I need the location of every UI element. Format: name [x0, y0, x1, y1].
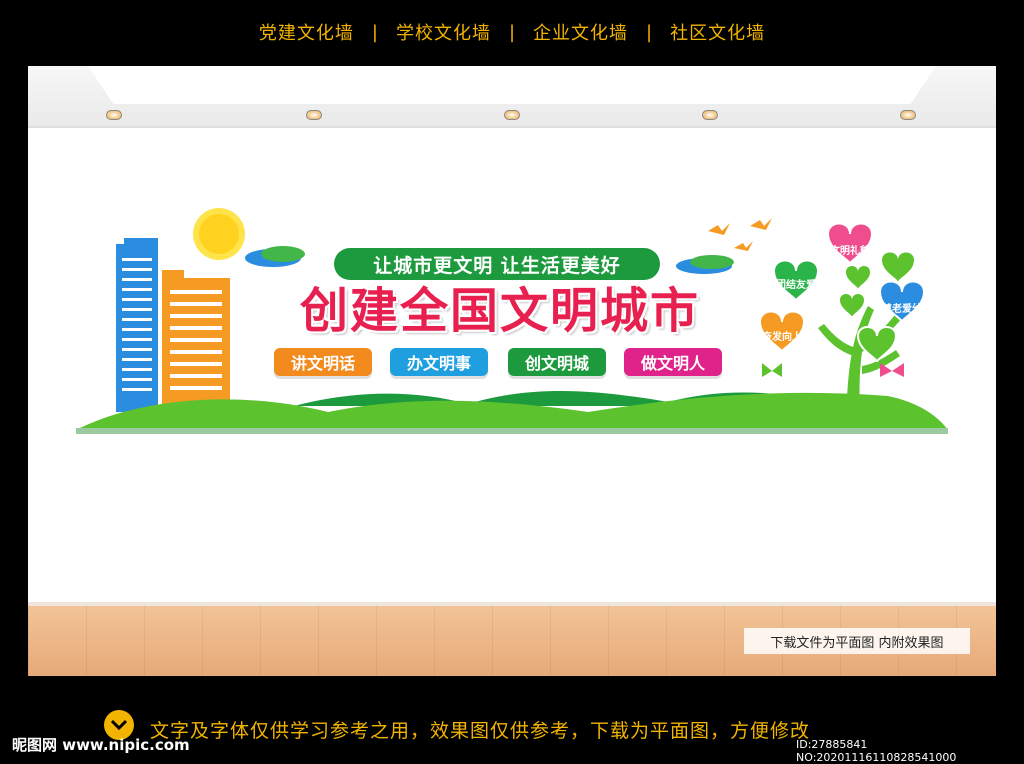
- butterfly-icon: [762, 363, 782, 377]
- nav-item-community[interactable]: 社区文化墙: [670, 19, 765, 45]
- building-blue-icon: [116, 238, 158, 412]
- cloud-icon: [676, 255, 734, 274]
- heart-label-striving: 奋发向上: [762, 332, 802, 343]
- nav-item-party[interactable]: 党建文化墙: [259, 19, 354, 45]
- heart-icon: [840, 294, 864, 317]
- sun-icon: [193, 208, 245, 260]
- heart-icon: [846, 266, 870, 289]
- bird-icon: [708, 218, 772, 251]
- footer-disclaimer: 文字及字体仅供学习参考之用，效果图仅供参考，下载为平面图，方便修改: [150, 720, 811, 742]
- file-note: 下载文件为平面图 内附效果图: [744, 628, 970, 654]
- nav-separator: |: [646, 21, 653, 43]
- image-id: ID:27885841 NO:20201116110828541000: [796, 738, 957, 764]
- top-nav: 党建文化墙 | 学校文化墙 | 企业文化墙 | 社区文化墙: [0, 0, 1024, 64]
- building-orange-icon: [162, 270, 230, 410]
- heart-label-respect: 尊老爱幼: [882, 304, 922, 315]
- tag-create: 创文明城: [508, 348, 606, 376]
- banner-subtitle: 让城市更文明 让生活更美好: [334, 248, 660, 280]
- cloud-icon: [245, 246, 305, 267]
- room-mockup: 让城市更文明 让生活更美好 创建全国文明城市 讲文明话 办文明事 创文明城 做文…: [28, 66, 996, 676]
- banner-title: 创建全国文明城市: [299, 283, 700, 339]
- tag-be: 做文明人: [624, 348, 722, 376]
- heart-label-courtesy: 文明礼貌: [830, 246, 870, 257]
- nav-item-enterprise[interactable]: 企业文化墙: [533, 19, 628, 45]
- heart-icon: [882, 252, 914, 282]
- tag-act: 办文明事: [390, 348, 488, 376]
- nav-item-school[interactable]: 学校文化墙: [396, 19, 491, 45]
- tag-speak: 讲文明话: [274, 348, 372, 376]
- nav-separator: |: [371, 21, 378, 43]
- nav-separator: |: [508, 21, 516, 43]
- heart-label-unity: 团结友爱: [776, 280, 816, 291]
